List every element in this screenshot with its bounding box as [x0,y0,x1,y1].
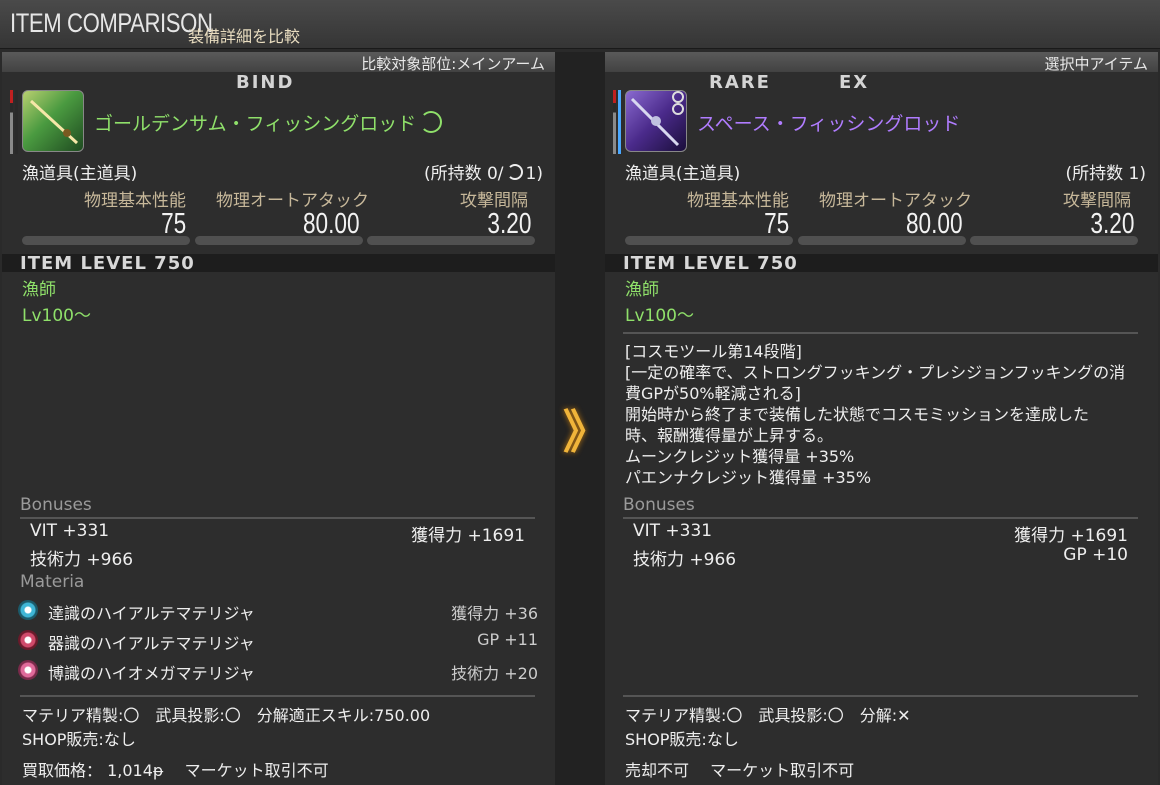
window-title: ITEM COMPARISON [10,8,213,38]
item-level: ITEM LEVEL 750 [20,253,195,274]
description-line: 開始時から終了まで装備した状態でコスモミッションを達成した [625,405,1090,424]
crafting-info: マテリア精製:〇 武具投影:〇 分解:✕ [625,706,911,725]
selected-item-panel: 選択中アイテム RARE EX スペース・フィッシングロッド 漁道具(主道具) … [605,52,1158,785]
panel-header: 比較対象部位:メインアーム [2,52,555,73]
bonuses-heading: Bonuses [623,495,695,515]
materia-icon [18,630,38,650]
materia-value: 獲得力 +36 [451,604,538,623]
sell-info: 売却不可 マーケット取引不可 [625,761,855,780]
materia-star-icon [18,660,38,680]
compare-arrow-icon: 》 [563,405,609,459]
materia-name: 博識のハイオメガマテリジャ [48,664,255,683]
divider [623,695,1138,697]
job-requirement: 漁師 [22,280,56,300]
job-requirement: 漁師 [625,280,659,300]
bonus-vit: VIT +331 [30,521,110,541]
divider [20,517,535,519]
condition-bar [10,90,13,154]
item-icon-frame[interactable] [613,90,687,154]
bonus-gp: GP +10 [1063,545,1128,565]
description-line: 費GPが50%軽減される] [625,384,801,403]
fishing-rod-icon [625,90,687,152]
sell-info: 買取価格： 1,014ᵽ マーケット取引不可 [22,761,329,780]
window-titlebar: ITEM COMPARISON 装備詳細を比較 [0,0,1160,49]
level-requirement: Lv100～ [22,306,91,326]
compared-item-panel: 比較対象部位:メインアーム BIND ゴールデンサム・フィッシングロッド 漁道具… [2,52,555,785]
collectable-icon [420,111,443,133]
materia-slot[interactable]: 器識のハイアルテマテリジャ GP +11 [18,629,538,653]
item-icon-frame[interactable] [10,90,84,154]
panel-header-label: 選択中アイテム [1044,55,1148,73]
bonus-vit: VIT +331 [633,521,713,541]
stat-bar [22,236,190,245]
materia-name: 達識のハイアルテマテリジャ [48,604,255,623]
fishing-rod-icon [22,90,84,152]
description-line: [一定の確率で、ストロングフッキング・プレシジョンフッキングの消 [625,363,1126,382]
item-level-bar: ITEM LEVEL 750 [605,253,1158,274]
owned-count: (所持数 0/1) [423,164,543,184]
condition-bar [613,90,616,154]
window-subtitle: 装備詳細を比較 [188,27,301,46]
materia-heading: Materia [20,572,85,592]
materia-slot[interactable]: 博識のハイオメガマテリジャ 技術力 +20 [18,659,538,683]
materia-slot[interactable]: 達識のハイアルテマテリジャ 獲得力 +36 [18,599,538,623]
bind-flag: BIND [236,72,295,93]
materia-value: 技術力 +20 [451,664,538,683]
divider [623,332,1138,334]
spiritbond-bar [15,90,18,154]
stat-bar [625,236,793,245]
divider [20,695,535,697]
item-level-bar: ITEM LEVEL 750 [2,253,555,274]
bonus-perception: 技術力 +966 [633,550,737,570]
ex-flag: EX [839,72,870,93]
materia-icon [18,600,38,620]
description-line: 時、報酬獲得量が上昇する。 [625,426,834,445]
divider [623,517,1138,519]
owned-count: (所持数 1) [1065,164,1146,184]
bonus-perception: 技術力 +966 [30,550,134,570]
rare-flag: RARE [709,72,771,93]
spiritbond-bar [618,90,621,154]
item-name: ゴールデンサム・フィッシングロッド [94,109,443,136]
stat-bar [195,236,363,245]
bonuses-heading: Bonuses [20,495,92,515]
shop-info: SHOP販売:なし [625,730,739,749]
collectable-icon [506,164,523,180]
panel-header-label: 比較対象部位:メインアーム [361,55,545,73]
description-line: ムーンクレジット獲得量 +35% [625,447,855,466]
crafting-info: マテリア精製:〇 武具投影:〇 分解適正スキル:750.00 [22,706,431,725]
materia-value: GP +11 [477,630,538,649]
item-description: [コスモツール第14段階] [一定の確率で、ストロングフッキング・プレシジョンフ… [625,341,1145,488]
item-category: 漁道具(主道具) [22,164,138,184]
stat-bar [367,236,535,245]
item-level: ITEM LEVEL 750 [623,253,798,274]
bonus-gathering: 獲得力 +1691 [411,526,525,546]
item-name: スペース・フィッシングロッド [697,113,961,135]
item-category: 漁道具(主道具) [625,164,741,184]
stat-bar [798,236,966,245]
shop-info: SHOP販売:なし [22,730,136,749]
stat-bar [970,236,1138,245]
materia-name: 器識のハイアルテマテリジャ [48,634,255,653]
description-line: [コスモツール第14段階] [625,342,802,361]
bonus-gathering: 獲得力 +1691 [1014,526,1128,546]
description-line: パエンナクレジット獲得量 +35% [625,468,872,487]
panel-header: 選択中アイテム [605,52,1158,73]
level-requirement: Lv100～ [625,306,694,326]
